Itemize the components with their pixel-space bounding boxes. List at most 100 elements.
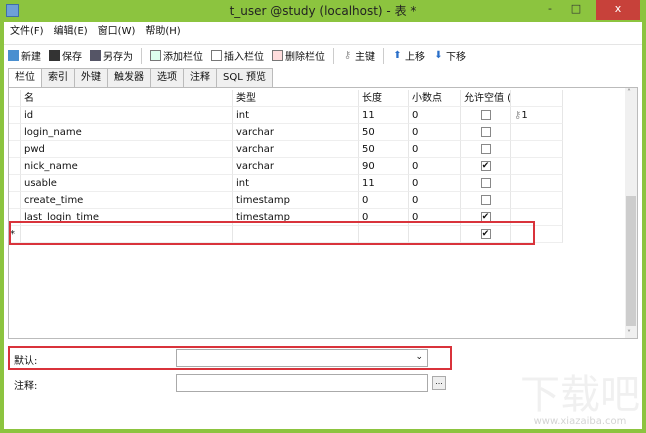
nullable-cell[interactable] <box>461 141 511 158</box>
row-header[interactable] <box>9 192 21 209</box>
header-decimals[interactable]: 小数点 <box>409 90 461 107</box>
comment-editor-button[interactable]: ... <box>432 376 446 390</box>
length-cell[interactable]: 90 <box>359 158 409 175</box>
name-cell[interactable]: pwd <box>21 141 233 158</box>
tab-indexes[interactable]: 索引 <box>41 68 75 87</box>
insert-field-icon <box>211 50 222 61</box>
header-nullable[interactable]: 允许空值 ( <box>461 90 511 107</box>
type-cell[interactable]: int <box>233 107 359 124</box>
type-cell[interactable]: varchar <box>233 141 359 158</box>
decimals-cell[interactable]: 0 <box>409 107 461 124</box>
app-icon <box>6 4 19 17</box>
menu-help[interactable]: 帮助(H) <box>145 22 180 42</box>
header-name[interactable]: 名 <box>21 90 233 107</box>
table-row[interactable]: id int 11 0 ⚷1 <box>9 107 563 124</box>
name-cell[interactable]: usable <box>21 175 233 192</box>
type-cell[interactable]: varchar <box>233 158 359 175</box>
save-button[interactable]: 保存 <box>49 48 82 63</box>
separator <box>383 47 384 64</box>
primary-key-label: 主键 <box>355 52 375 63</box>
nullable-checkbox[interactable] <box>480 127 491 137</box>
tab-comment[interactable]: 注释 <box>183 68 217 87</box>
nullable-cell[interactable] <box>461 175 511 192</box>
save-as-button[interactable]: 另存为 <box>90 48 133 63</box>
length-cell[interactable]: 50 <box>359 124 409 141</box>
decimals-cell[interactable]: 0 <box>409 175 461 192</box>
nullable-checkbox[interactable] <box>480 110 491 120</box>
close-button[interactable]: x <box>596 0 640 20</box>
nullable-cell[interactable] <box>461 107 511 124</box>
scroll-up-icon[interactable]: ˄ <box>627 88 631 97</box>
tab-sql-preview[interactable]: SQL 预览 <box>216 68 273 87</box>
new-button[interactable]: 新建 <box>8 48 41 63</box>
key-cell <box>511 192 563 209</box>
name-cell[interactable]: nick_name <box>21 158 233 175</box>
menu-window[interactable]: 窗口(W) <box>98 22 136 42</box>
move-up-button[interactable]: ⬆ 上移 <box>392 48 425 63</box>
tab-fields[interactable]: 栏位 <box>8 68 42 88</box>
row-header[interactable] <box>9 124 21 141</box>
delete-field-button[interactable]: 删除栏位 <box>272 48 325 63</box>
nullable-checkbox[interactable]: ✔ <box>480 161 491 171</box>
header-type[interactable]: 类型 <box>233 90 359 107</box>
length-cell[interactable]: 0 <box>359 192 409 209</box>
comment-input[interactable] <box>176 374 428 392</box>
length-cell[interactable]: 11 <box>359 175 409 192</box>
nullable-checkbox[interactable] <box>480 195 491 205</box>
title-bar: t_user @study (localhost) - 表 * - □ x <box>0 0 646 22</box>
minimize-button[interactable]: - <box>540 0 560 20</box>
key-cell: ⚷1 <box>511 107 563 124</box>
length-cell[interactable]: 11 <box>359 107 409 124</box>
default-dropdown[interactable]: ⌄ <box>176 349 428 367</box>
maximize-button[interactable]: □ <box>566 0 586 20</box>
table-row[interactable]: pwd varchar 50 0 <box>9 141 563 158</box>
add-field-button[interactable]: 添加栏位 <box>150 48 203 63</box>
watermark: 下载吧 www.xiazaiba.com <box>520 374 640 427</box>
row-header[interactable] <box>9 175 21 192</box>
name-cell[interactable]: login_name <box>21 124 233 141</box>
table-row[interactable]: usable int 11 0 <box>9 175 563 192</box>
decimals-cell[interactable]: 0 <box>409 124 461 141</box>
decimals-cell[interactable]: 0 <box>409 192 461 209</box>
type-cell[interactable]: varchar <box>233 124 359 141</box>
table-row[interactable]: nick_name varchar 90 0 ✔ <box>9 158 563 175</box>
row-header[interactable] <box>9 158 21 175</box>
scroll-thumb[interactable] <box>626 196 636 326</box>
add-field-label: 添加栏位 <box>163 52 203 63</box>
menu-edit[interactable]: 编辑(E) <box>54 22 88 42</box>
decimals-cell[interactable]: 0 <box>409 158 461 175</box>
name-cell[interactable]: id <box>21 107 233 124</box>
type-cell[interactable]: int <box>233 175 359 192</box>
nullable-checkbox[interactable] <box>480 178 491 188</box>
header-length[interactable]: 长度 <box>359 90 409 107</box>
name-cell[interactable]: create_time <box>21 192 233 209</box>
row-header[interactable] <box>9 107 21 124</box>
nullable-checkbox[interactable] <box>480 144 491 154</box>
key-cell <box>511 141 563 158</box>
chevron-down-icon[interactable]: ⌄ <box>415 352 423 362</box>
move-down-label: 下移 <box>446 52 466 63</box>
watermark-logo: 下载吧 <box>520 372 640 418</box>
nullable-cell[interactable] <box>461 124 511 141</box>
type-cell[interactable]: timestamp <box>233 192 359 209</box>
decimals-cell[interactable]: 0 <box>409 141 461 158</box>
menu-file[interactable]: 文件(F) <box>10 22 44 42</box>
separator <box>333 47 334 64</box>
new-icon <box>8 50 19 61</box>
vertical-scrollbar[interactable]: ˄ ˅ <box>625 88 637 338</box>
table-row[interactable]: create_time timestamp 0 0 <box>9 192 563 209</box>
length-cell[interactable]: 50 <box>359 141 409 158</box>
row-header[interactable] <box>9 141 21 158</box>
move-down-button[interactable]: ⬇ 下移 <box>433 48 466 63</box>
tab-foreign-keys[interactable]: 外键 <box>74 68 108 87</box>
table-row[interactable]: login_name varchar 50 0 <box>9 124 563 141</box>
tab-triggers[interactable]: 触发器 <box>107 68 151 87</box>
insert-field-button[interactable]: 插入栏位 <box>211 48 264 63</box>
nullable-cell[interactable]: ✔ <box>461 158 511 175</box>
tab-options[interactable]: 选项 <box>150 68 184 87</box>
key-cell <box>511 158 563 175</box>
primary-key-button[interactable]: ⚷ 主键 <box>342 48 375 63</box>
nullable-cell[interactable] <box>461 192 511 209</box>
header-key[interactable] <box>511 90 563 107</box>
scroll-down-icon[interactable]: ˅ <box>627 329 631 338</box>
